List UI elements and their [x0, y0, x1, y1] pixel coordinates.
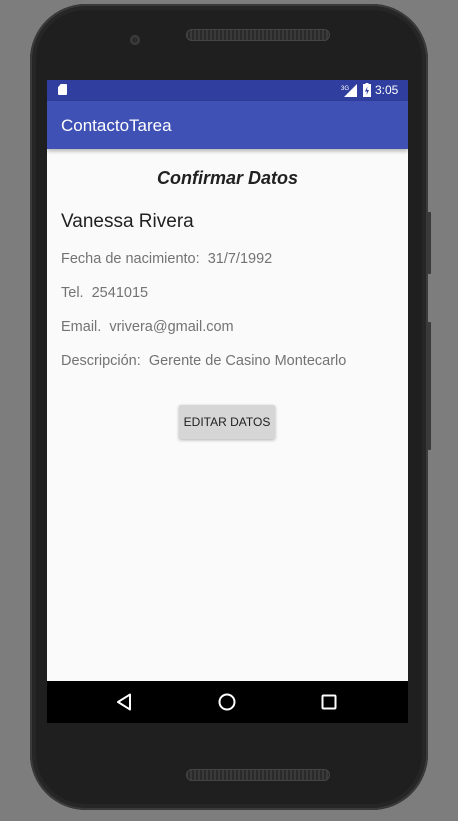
front-camera [130, 35, 140, 45]
top-speaker [186, 29, 330, 41]
app-bar: ContactoTarea [47, 101, 408, 149]
navigation-bar [47, 681, 408, 723]
network-type-label: 3G [341, 86, 349, 92]
birth-date-text: Fecha de nacimiento: 31/7/1992 [61, 251, 273, 267]
battery-icon [363, 83, 371, 97]
sd-card-icon [58, 84, 67, 95]
home-icon[interactable] [215, 690, 239, 714]
recents-icon[interactable] [317, 690, 341, 714]
edit-data-button[interactable]: EDITAR DATOS [179, 405, 275, 439]
contact-name: Vanessa Rivera [61, 211, 194, 232]
bottom-speaker [186, 769, 330, 781]
power-button [427, 322, 431, 450]
status-time: 3:05 [375, 83, 399, 97]
confirm-content: Confirmar Datos Vanessa Rivera Fecha de … [47, 149, 408, 681]
phone-text: Tel. 2541015 [61, 285, 149, 301]
volume-button [427, 212, 431, 274]
email-text: Email. vrivera@gmail.com [61, 319, 234, 335]
description-text: Descripción: Gerente de Casino Montecarl… [61, 353, 347, 369]
signal-3g-icon: 3G [341, 84, 357, 97]
page-title: Confirmar Datos [156, 168, 299, 188]
app-title: ContactoTarea [61, 116, 172, 135]
device-screen: 3G 3:05 ContactoTarea Confirmar Datos Va… [47, 80, 408, 723]
back-icon[interactable] [113, 690, 137, 714]
status-bar: 3G 3:05 [47, 80, 408, 101]
